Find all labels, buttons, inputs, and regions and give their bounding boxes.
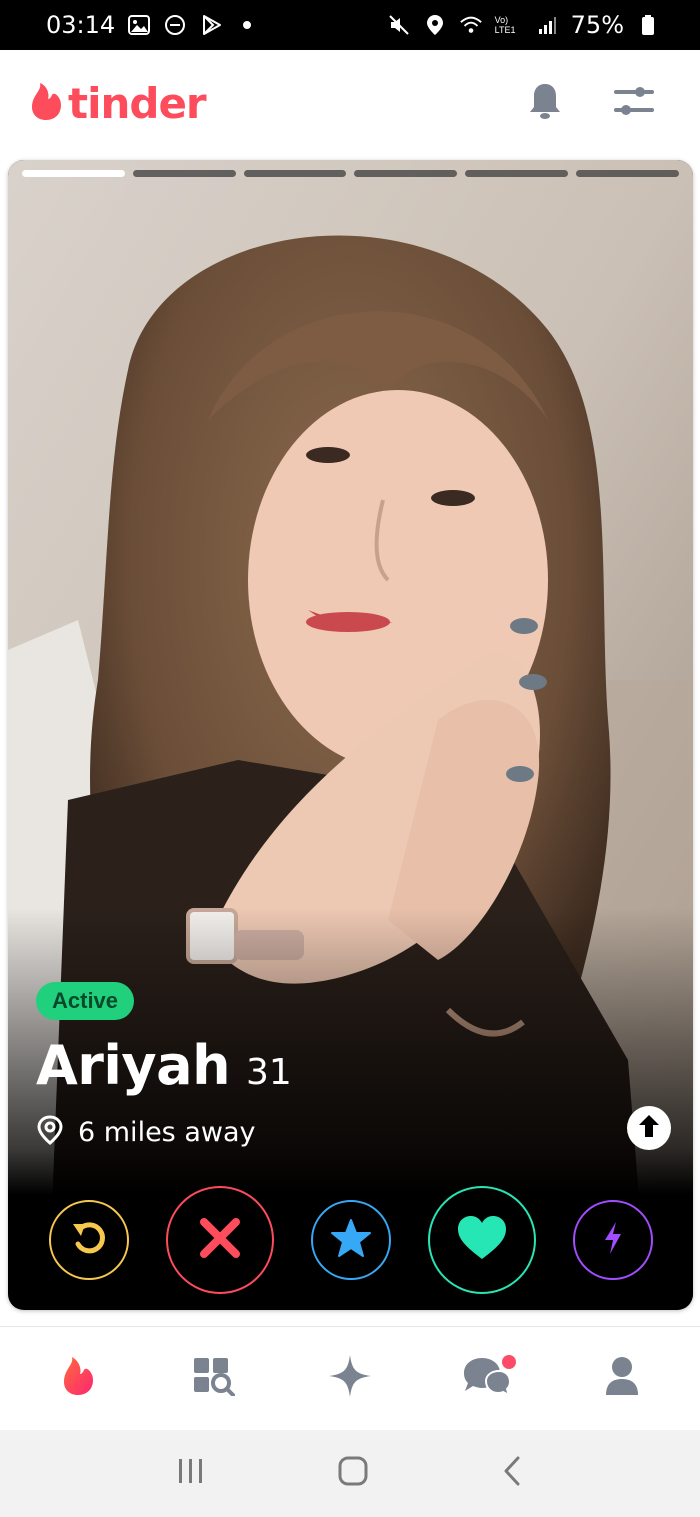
mute-icon [387, 13, 411, 37]
image-icon [127, 13, 151, 37]
sparkle-icon [328, 1354, 372, 1403]
signal-icon [535, 13, 559, 37]
location-icon [423, 13, 447, 37]
heart-icon [456, 1215, 508, 1266]
battery-icon [636, 13, 660, 37]
bottom-nav [0, 1326, 700, 1430]
app-header: tinder [0, 50, 700, 156]
network-label: Vo) LTE1 [494, 15, 516, 35]
nope-button[interactable] [165, 1186, 274, 1294]
rewind-icon [69, 1218, 109, 1263]
photo-segment[interactable] [576, 170, 679, 177]
profile-age: 31 [246, 1052, 292, 1093]
super-like-button[interactable] [310, 1200, 391, 1280]
nav-profile[interactable] [582, 1339, 662, 1419]
star-icon [330, 1218, 372, 1263]
x-icon [198, 1216, 242, 1265]
play-icon [199, 13, 223, 37]
recents-icon[interactable] [176, 1456, 206, 1491]
rewind-button[interactable] [48, 1200, 129, 1280]
notification-dot [502, 1354, 516, 1369]
location-pin-icon [36, 1115, 64, 1150]
status-time: 03:14 [46, 11, 116, 39]
header-actions [528, 81, 656, 126]
status-left: 03:14 [46, 11, 259, 39]
back-icon[interactable] [500, 1455, 524, 1492]
dot-icon [235, 13, 259, 37]
location-row: 6 miles away [36, 1115, 671, 1150]
battery-percent: 75% [570, 11, 624, 39]
like-button[interactable] [427, 1186, 536, 1294]
brand-logo[interactable]: tinder [28, 78, 207, 128]
status-bar: 03:14 Vo) LTE1 75% [0, 0, 700, 50]
boost-button[interactable] [572, 1200, 653, 1280]
location-text: 6 miles away [78, 1117, 256, 1148]
profile-icon [604, 1355, 640, 1402]
bolt-icon [601, 1220, 625, 1261]
nav-messages[interactable] [446, 1339, 526, 1419]
arrow-up-icon [637, 1113, 661, 1144]
active-badge: Active [36, 982, 135, 1020]
profile-info: Active Ariyah 31 6 miles away [36, 982, 671, 1150]
profile-name: Ariyah [36, 1034, 231, 1097]
profile-card[interactable]: Active Ariyah 31 6 miles away [8, 160, 693, 1310]
action-bar [8, 1180, 693, 1300]
explore-icon [192, 1356, 236, 1401]
bell-icon[interactable] [528, 81, 562, 126]
photo-segment[interactable] [22, 170, 125, 177]
nav-top-picks[interactable] [310, 1339, 390, 1419]
system-nav [0, 1430, 700, 1517]
brand-wordmark: tinder [68, 78, 207, 128]
photo-segment[interactable] [465, 170, 569, 177]
name-row: Ariyah 31 [36, 1034, 671, 1097]
flame-logo-icon [28, 81, 64, 126]
photo-segment[interactable] [243, 170, 347, 177]
nav-explore[interactable] [174, 1339, 254, 1419]
photo-segment[interactable] [132, 170, 236, 177]
status-right: Vo) LTE1 75% [387, 11, 660, 39]
photo-segment[interactable] [354, 170, 458, 177]
nav-discover[interactable] [38, 1339, 118, 1419]
home-icon[interactable] [337, 1455, 369, 1492]
dnd-icon [163, 13, 187, 37]
photo-progress [22, 170, 679, 177]
wifi-icon [459, 13, 483, 37]
open-profile-button[interactable] [627, 1106, 671, 1150]
filters-icon[interactable] [612, 81, 656, 126]
app-screen: 03:14 Vo) LTE1 75% tinder Active Ariyah … [0, 0, 700, 1517]
flame-icon [60, 1355, 96, 1402]
